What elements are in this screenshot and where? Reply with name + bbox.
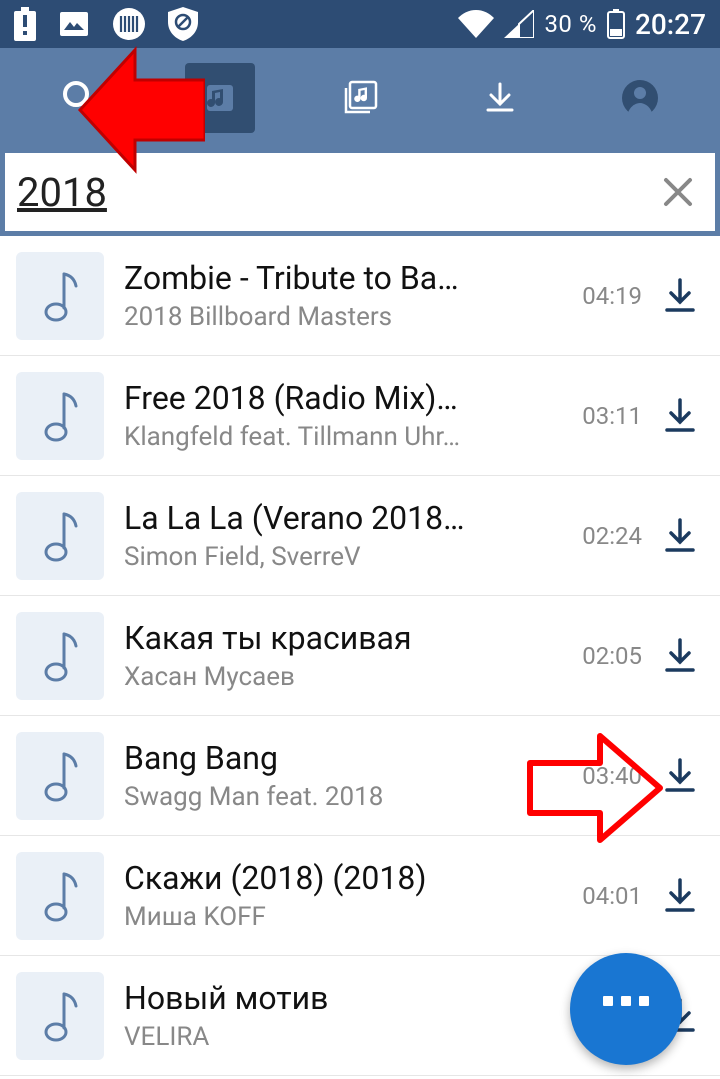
track-title: Новый мотив xyxy=(124,979,593,1017)
track-title: Bang Bang xyxy=(124,739,566,777)
track-duration: 04:19 xyxy=(582,282,642,310)
wifi-icon xyxy=(458,10,494,38)
music-note-icon xyxy=(16,852,104,940)
track-info: Free 2018 (Radio Mix)… Klangfeld feat. Ti… xyxy=(124,379,566,451)
music-note-icon xyxy=(16,972,104,1060)
battery-icon xyxy=(607,9,625,39)
music-note-icon xyxy=(16,612,104,700)
music-note-icon xyxy=(16,732,104,820)
download-button[interactable] xyxy=(658,754,702,798)
track-artist: VELIRA xyxy=(124,1022,593,1052)
app-toolbar xyxy=(0,48,720,148)
track-info: Скажи (2018) (2018) Миша KOFF xyxy=(124,859,566,931)
signal-icon xyxy=(504,10,534,38)
track-info: Новый мотив VELIRA xyxy=(124,979,593,1051)
track-duration: 04:01 xyxy=(582,882,642,910)
track-artist: Swagg Man feat. 2018 xyxy=(124,782,566,812)
clear-search-button[interactable] xyxy=(653,167,703,217)
track-info: Zombie - Tribute to Ba… 2018 Billboard Ma… xyxy=(124,259,566,331)
track-title: La La La (Verano 2018… xyxy=(124,499,566,537)
shield-block-icon xyxy=(168,7,198,41)
downloads-tab[interactable] xyxy=(465,63,535,133)
download-button[interactable] xyxy=(658,874,702,918)
track-artist: 2018 Billboard Masters xyxy=(124,302,566,332)
download-button[interactable] xyxy=(658,394,702,438)
status-bar: 30 % 20:27 xyxy=(0,0,720,48)
download-button[interactable] xyxy=(658,634,702,678)
music-note-icon xyxy=(16,492,104,580)
search-bar xyxy=(0,148,720,236)
download-button[interactable] xyxy=(658,514,702,558)
track-title: Скажи (2018) (2018) xyxy=(124,859,566,897)
more-dots-icon xyxy=(603,996,649,1022)
track-info: La La La (Verano 2018… Simon Field, Sverr… xyxy=(124,499,566,571)
barcode-circle-icon xyxy=(112,7,146,41)
library-tab[interactable] xyxy=(325,63,395,133)
search-input[interactable] xyxy=(17,162,653,222)
track-row[interactable]: La La La (Verano 2018… Simon Field, Sverr… xyxy=(0,476,720,596)
track-artist: Klangfeld feat. Tillmann Uhr… xyxy=(124,422,566,452)
track-title: Free 2018 (Radio Mix)… xyxy=(124,379,566,417)
track-duration: 03:40 xyxy=(582,762,642,790)
search-tab[interactable] xyxy=(45,63,115,133)
track-duration: 03:11 xyxy=(582,402,642,430)
track-row[interactable]: Какая ты красивая Хасан Мусаев 02:05 xyxy=(0,596,720,716)
track-list: Zombie - Tribute to Ba… 2018 Billboard Ma… xyxy=(0,236,720,1076)
image-icon xyxy=(58,8,90,40)
track-duration: 02:05 xyxy=(582,642,642,670)
battery-percent: 30 % xyxy=(544,10,597,38)
track-artist: Хасан Мусаев xyxy=(124,662,566,692)
track-row[interactable]: Bang Bang Swagg Man feat. 2018 03:40 xyxy=(0,716,720,836)
track-info: Bang Bang Swagg Man feat. 2018 xyxy=(124,739,566,811)
battery-alert-icon xyxy=(14,7,36,41)
music-note-icon xyxy=(16,372,104,460)
profile-tab[interactable] xyxy=(605,63,675,133)
track-info: Какая ты красивая Хасан Мусаев xyxy=(124,619,566,691)
download-button[interactable] xyxy=(658,274,702,318)
track-duration: 02:24 xyxy=(582,522,642,550)
track-title: Zombie - Tribute to Ba… xyxy=(124,259,566,297)
music-note-icon xyxy=(16,252,104,340)
clock-time: 20:27 xyxy=(635,8,706,41)
track-artist: Simon Field, SverreV xyxy=(124,542,566,572)
track-row[interactable]: Скажи (2018) (2018) Миша KOFF 04:01 xyxy=(0,836,720,956)
track-row[interactable]: Zombie - Tribute to Ba… 2018 Billboard Ma… xyxy=(0,236,720,356)
more-fab-button[interactable] xyxy=(570,953,682,1065)
track-title: Какая ты красивая xyxy=(124,619,566,657)
track-row[interactable]: Free 2018 (Radio Mix)… Klangfeld feat. Ti… xyxy=(0,356,720,476)
music-tab[interactable] xyxy=(185,63,255,133)
track-artist: Миша KOFF xyxy=(124,902,566,932)
